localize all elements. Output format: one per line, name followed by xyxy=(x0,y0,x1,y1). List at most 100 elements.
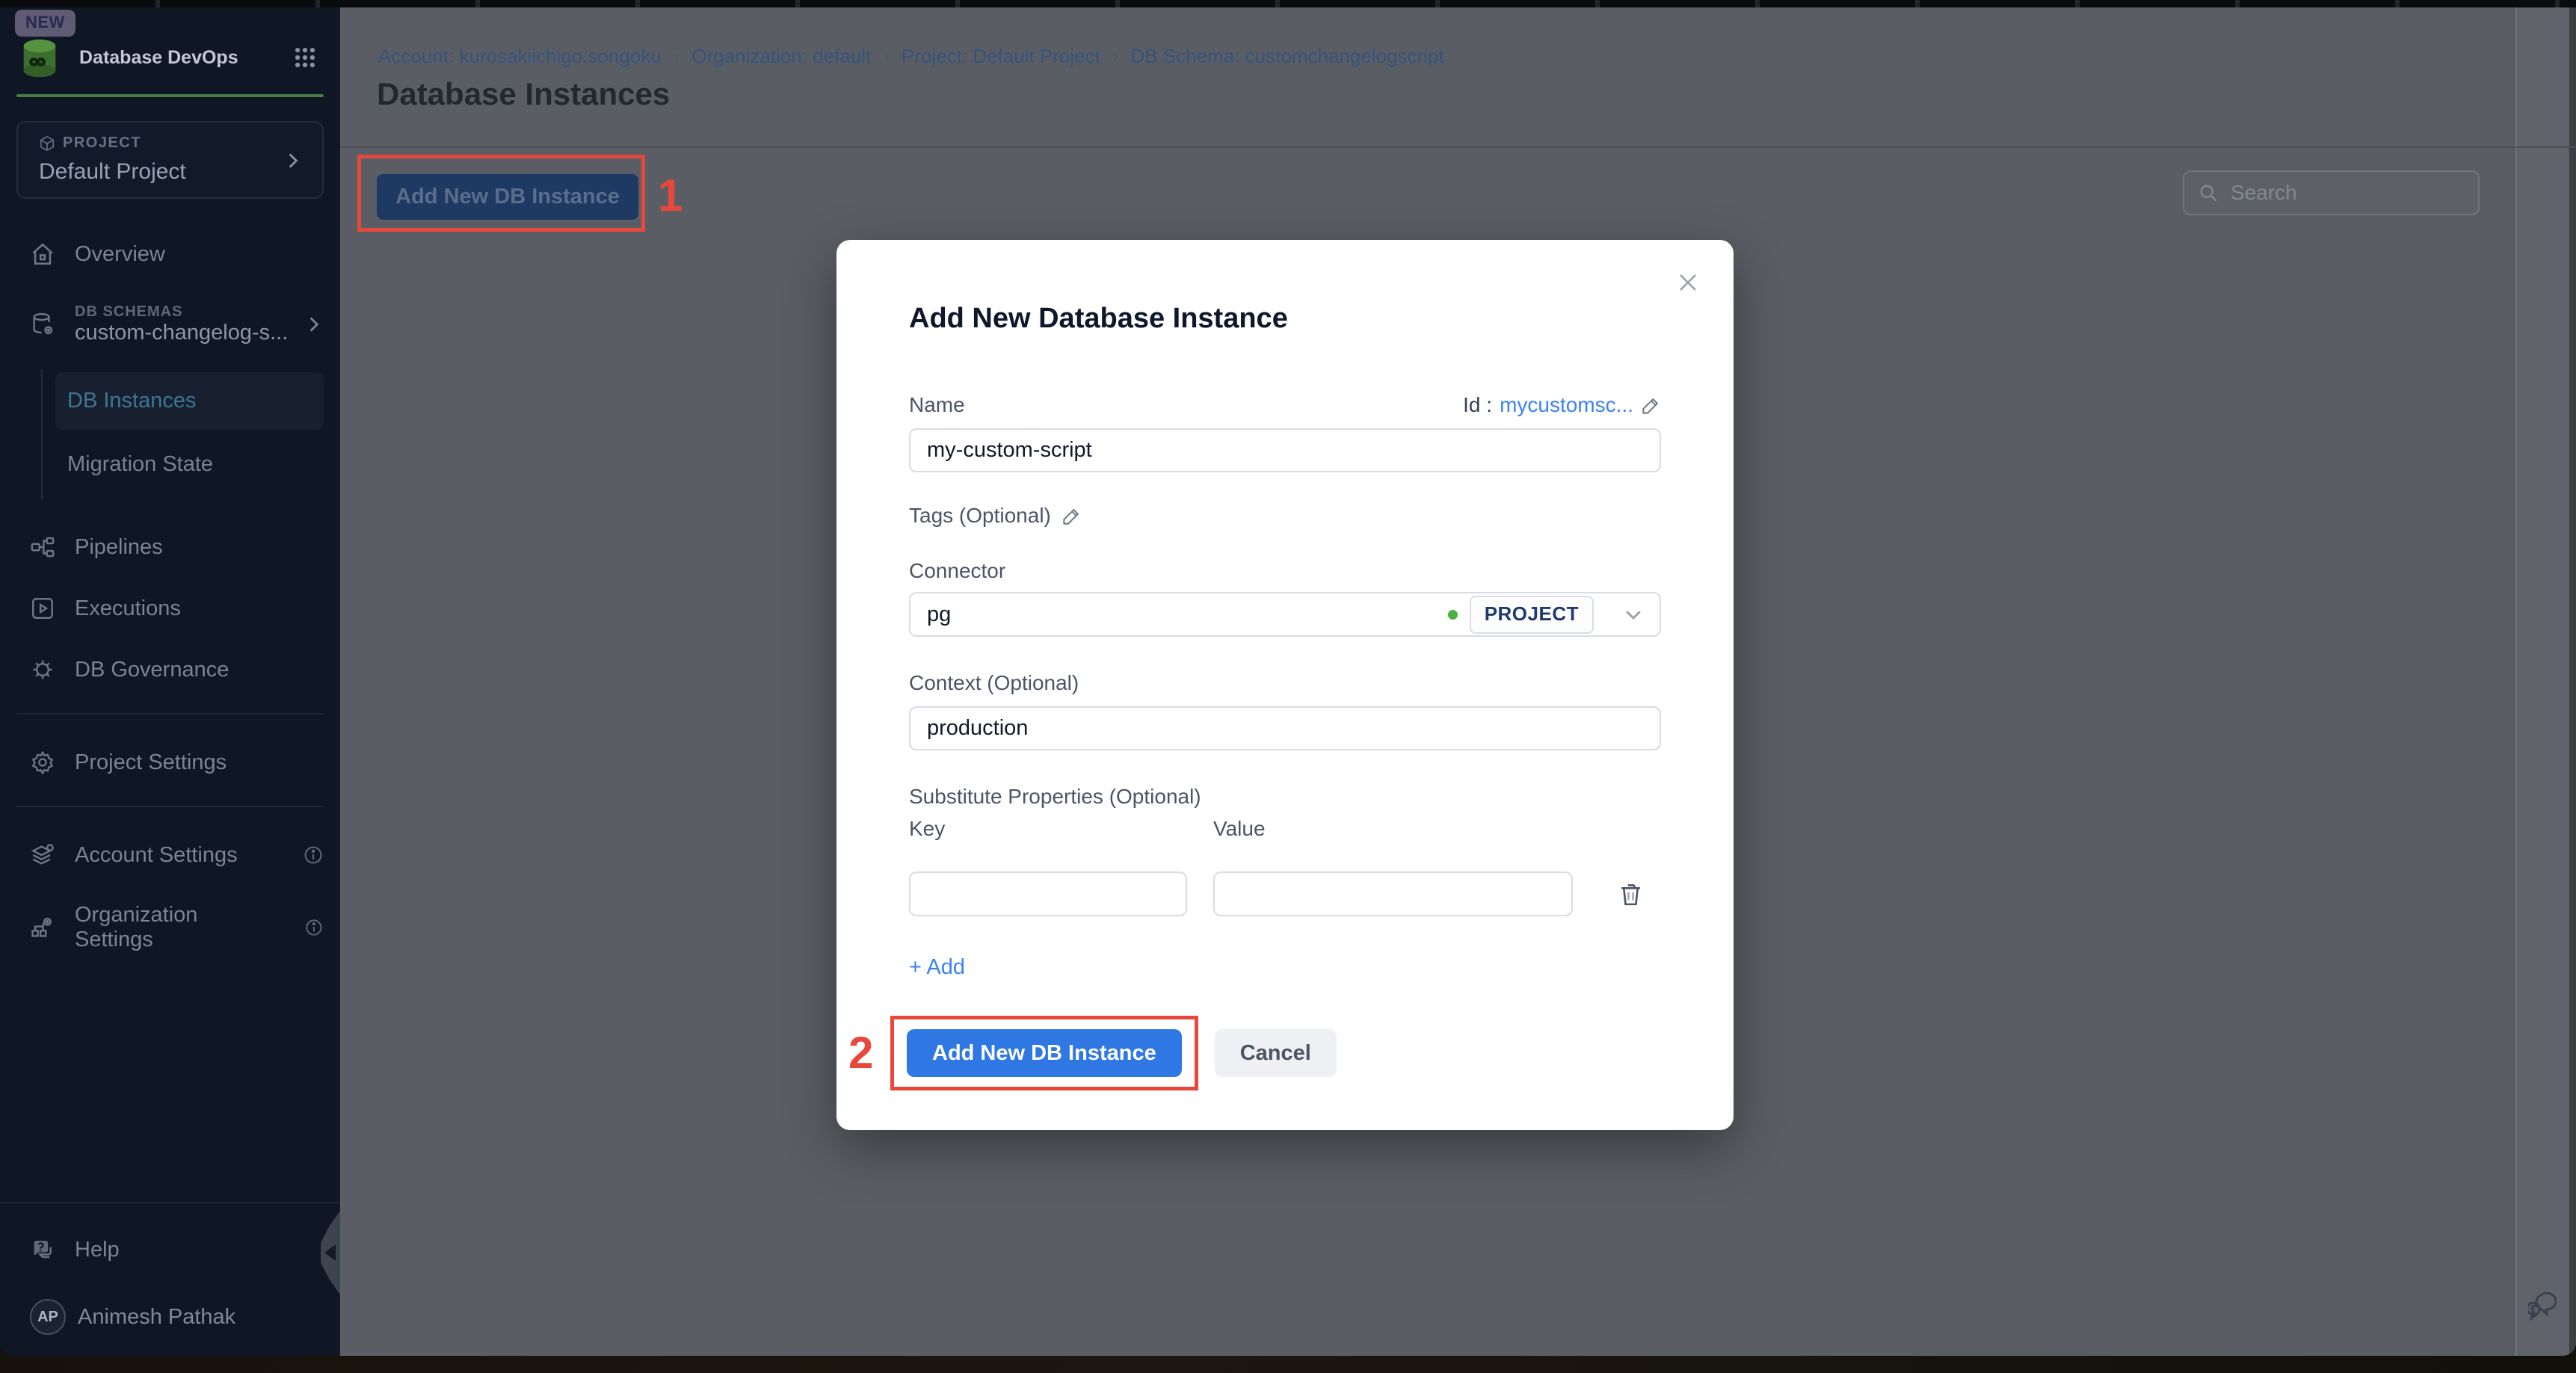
search-input[interactable] xyxy=(2231,181,2465,205)
screen: NEW Database DevOps xyxy=(0,0,2576,1373)
brand-divider xyxy=(16,94,324,97)
key-label: Key xyxy=(909,817,1213,841)
breadcrumb-db-schema[interactable]: DB Schema: customchangelogscript xyxy=(1131,45,1444,68)
sidebar-item-label: Project Settings xyxy=(75,750,227,775)
db-schemas-value: custom-changelog-s... xyxy=(75,321,285,345)
name-row: Name Id : mycustomsc... xyxy=(909,393,1661,417)
name-input[interactable] xyxy=(909,428,1661,472)
breadcrumb: Account: kurosakiichigo.songoku › Organi… xyxy=(378,45,1444,68)
cancel-button[interactable]: Cancel xyxy=(1215,1029,1337,1077)
connector-scope-badge: PROJECT xyxy=(1470,596,1594,634)
sidebar-item-migration-state[interactable]: Migration State xyxy=(55,436,324,493)
sidebar-item-pipelines[interactable]: Pipelines xyxy=(0,534,340,561)
help-chat-icon xyxy=(30,1237,55,1262)
sidebar-item-help[interactable]: Help xyxy=(0,1236,340,1263)
connector-select[interactable]: pg PROJECT xyxy=(909,592,1661,637)
browser-top-edge xyxy=(0,0,2576,7)
sidebar-item-db-instances[interactable]: DB Instances xyxy=(55,372,324,430)
gear-icon xyxy=(30,750,55,775)
sidebar-item-overview[interactable]: Overview xyxy=(0,241,340,268)
breadcrumb-separator: › xyxy=(1112,45,1119,68)
breadcrumb-project[interactable]: Project: Default Project xyxy=(902,45,1100,68)
tags-label: Tags (Optional) xyxy=(909,504,1051,528)
breadcrumb-separator: › xyxy=(883,45,890,68)
governance-gear-icon xyxy=(30,657,55,682)
add-property-link[interactable]: + Add xyxy=(909,955,965,980)
breadcrumb-organization[interactable]: Organization: default xyxy=(691,45,871,68)
sidebar-item-executions[interactable]: Executions xyxy=(0,595,340,622)
value-label: Value xyxy=(1213,817,1266,841)
sidebar-bottom-divider xyxy=(0,1202,340,1203)
header-divider xyxy=(340,146,2576,148)
sidebar-divider xyxy=(16,713,324,715)
annotation-number-1: 1 xyxy=(658,173,682,218)
sidebar-nav: Overview DB SCHEMAS custom-changelog-s..… xyxy=(0,199,340,1356)
database-devops-logo-icon xyxy=(16,34,63,81)
sidebar-item-account-settings[interactable]: Account Settings xyxy=(0,842,340,868)
id-label: Id : xyxy=(1463,393,1492,417)
annotation-number-2: 2 xyxy=(848,1031,877,1076)
sidebar-item-label: DB Governance xyxy=(75,658,229,682)
modal-title: Add New Database Instance xyxy=(909,303,1661,335)
collapse-arrow-icon xyxy=(324,1244,336,1261)
scrollbar-track[interactable] xyxy=(2515,7,2576,1356)
connector-status-dot xyxy=(1448,610,1458,620)
chevron-right-icon xyxy=(283,151,303,170)
user-menu[interactable]: AP Animesh Pathak xyxy=(30,1299,324,1335)
info-icon[interactable] xyxy=(303,845,324,866)
id-value-link[interactable]: mycustomsc... xyxy=(1500,393,1633,417)
sidebar-item-project-settings[interactable]: Project Settings xyxy=(0,749,340,776)
key-input[interactable] xyxy=(909,871,1187,916)
sidebar-divider xyxy=(16,806,324,807)
context-input[interactable] xyxy=(909,706,1661,750)
trash-icon[interactable] xyxy=(1617,879,1645,909)
breadcrumb-separator: › xyxy=(674,45,680,68)
sidebar-item-label: Pipelines xyxy=(75,535,163,560)
package-icon xyxy=(39,135,55,152)
app-grid-icon[interactable] xyxy=(292,45,318,70)
sidebar-item-db-governance[interactable]: DB Governance xyxy=(0,656,340,683)
search-box xyxy=(2183,170,2480,215)
sidebar: NEW Database DevOps xyxy=(0,7,340,1356)
edit-tags-pencil-icon[interactable] xyxy=(1061,506,1082,526)
search-icon xyxy=(2198,182,2219,203)
page-title: Database Instances xyxy=(377,76,670,112)
project-card-name: Default Project xyxy=(39,159,306,185)
context-label: Context (Optional) xyxy=(909,671,1661,695)
sidebar-item-label: Help xyxy=(75,1238,120,1262)
sidebar-item-label: Executions xyxy=(75,596,181,621)
org-gear-icon xyxy=(30,915,55,940)
project-card-label: PROJECT xyxy=(63,135,141,152)
sidebar-item-label: Overview xyxy=(75,242,165,267)
connector-value: pg xyxy=(927,602,1448,627)
info-icon[interactable] xyxy=(304,917,324,938)
substitute-properties-label: Substitute Properties (Optional) xyxy=(909,785,1661,809)
chevron-down-icon xyxy=(1622,603,1645,626)
name-label: Name xyxy=(909,393,965,417)
db-schemas-subnav: DB Instances Migration State xyxy=(41,369,340,499)
close-icon[interactable] xyxy=(1675,270,1701,295)
annotation-box-1: Add New DB Instance xyxy=(357,155,645,232)
submit-add-db-instance-button[interactable]: Add New DB Instance xyxy=(907,1029,1182,1077)
project-selector[interactable]: PROJECT Default Project xyxy=(16,121,324,199)
database-gear-icon xyxy=(30,312,55,337)
app-window: NEW Database DevOps xyxy=(0,7,2576,1356)
key-value-row xyxy=(909,871,1661,916)
modal-actions: 2 Add New DB Instance Cancel xyxy=(848,1016,1661,1090)
chat-bubbles-icon[interactable] xyxy=(2528,1290,2561,1321)
sidebar-item-label: Organization Settings xyxy=(75,903,265,952)
add-db-instance-modal: Add New Database Instance Name Id : mycu… xyxy=(836,240,1734,1130)
brand-name: Database DevOps xyxy=(79,47,292,69)
pipelines-icon xyxy=(30,534,55,560)
breadcrumb-account[interactable]: Account: kurosakiichigo.songoku xyxy=(378,45,662,68)
edit-id-pencil-icon[interactable] xyxy=(1641,395,1661,416)
chevron-right-icon xyxy=(304,315,324,334)
sidebar-item-label: Account Settings xyxy=(75,843,238,868)
executions-icon xyxy=(30,596,55,621)
value-input[interactable] xyxy=(1213,871,1573,916)
sidebar-item-db-schemas[interactable]: DB SCHEMAS custom-changelog-s... xyxy=(0,303,340,345)
connector-label: Connector xyxy=(909,559,1661,583)
add-new-db-instance-button[interactable]: Add New DB Instance xyxy=(377,174,638,220)
home-icon xyxy=(30,241,55,267)
sidebar-item-organization-settings[interactable]: Organization Settings xyxy=(0,903,340,952)
